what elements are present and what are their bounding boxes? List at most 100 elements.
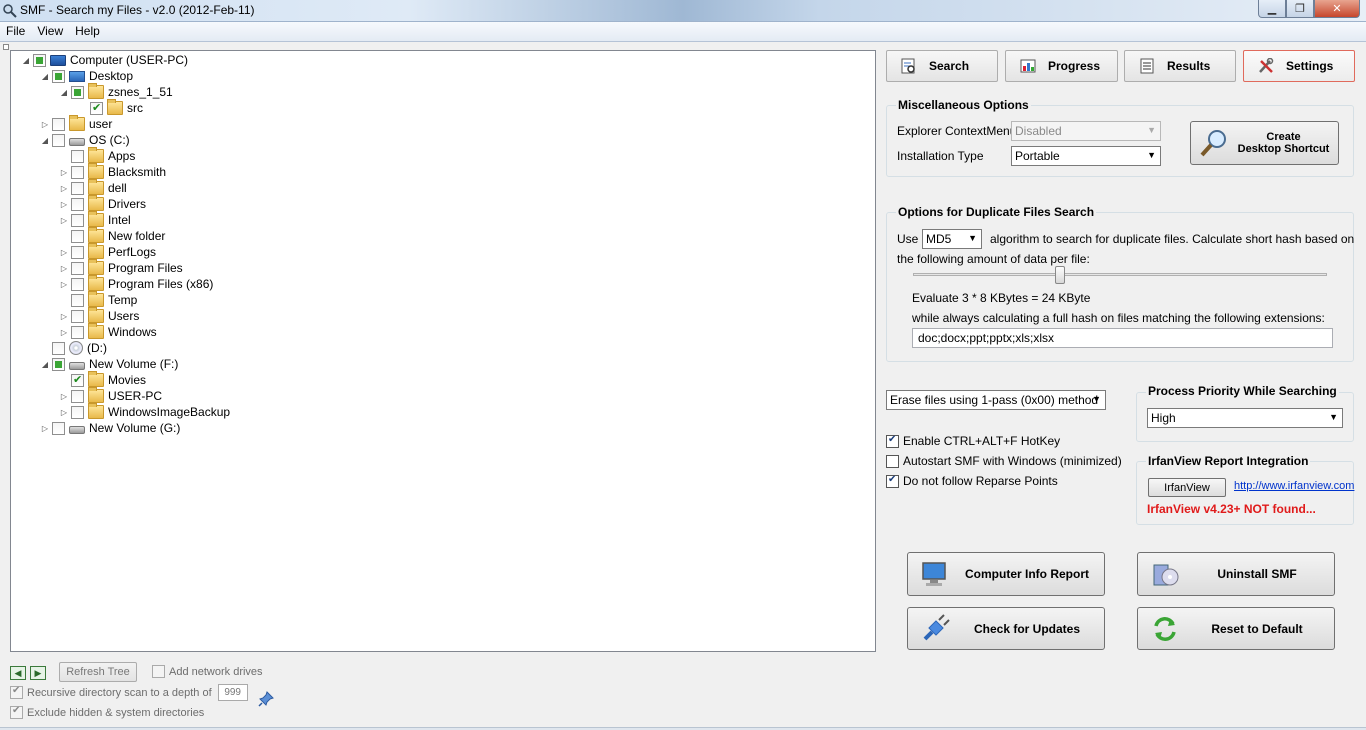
add-network-drives-checkbox[interactable]: [152, 665, 165, 678]
reparse-option[interactable]: Do not follow Reparse Points: [886, 474, 1058, 488]
process-priority-select[interactable]: High ▼: [1147, 408, 1343, 428]
tree-item-checkbox[interactable]: [71, 149, 84, 163]
menu-view[interactable]: View: [31, 22, 69, 41]
tree-item-checkbox[interactable]: [71, 309, 84, 323]
uninstall-button[interactable]: Uninstall SMF: [1137, 552, 1335, 596]
maximize-button[interactable]: ❐: [1286, 0, 1314, 18]
check-updates-button[interactable]: Check for Updates: [907, 607, 1105, 650]
tree-item[interactable]: ◢ Desktop: [40, 68, 133, 84]
minimize-button[interactable]: ▁: [1258, 0, 1286, 18]
recursive-scan-checkbox[interactable]: [10, 685, 23, 699]
expand-arrow-icon[interactable]: ▷: [59, 167, 69, 177]
expand-arrow-icon[interactable]: ▷: [59, 247, 69, 257]
irfanview-link[interactable]: http://www.irfanview.com: [1234, 480, 1354, 492]
tree-item[interactable]: ▷ dell: [59, 179, 127, 196]
recursive-scan-option[interactable]: Recursive directory scan to a depth of 9…: [10, 684, 248, 701]
tree-item[interactable]: ▷ PerfLogs: [59, 243, 156, 260]
tree-item-checkbox[interactable]: [71, 165, 84, 179]
tree-item-checkbox[interactable]: [71, 325, 84, 339]
reparse-checkbox[interactable]: [886, 474, 899, 488]
tree-item-checkbox[interactable]: [71, 293, 84, 307]
installation-type-select[interactable]: Portable ▼: [1011, 146, 1161, 166]
tab-settings[interactable]: Settings: [1243, 50, 1355, 82]
add-network-drives-option[interactable]: Add network drives: [152, 665, 263, 678]
tree-item[interactable]: New folder: [59, 227, 165, 244]
tree-item-checkbox[interactable]: [33, 53, 46, 67]
tree-item-checkbox[interactable]: [52, 117, 65, 131]
tree-item[interactable]: ◢ OS (C:): [40, 132, 130, 148]
expand-arrow-icon[interactable]: ▷: [59, 183, 69, 193]
refresh-tree-button[interactable]: Refresh Tree: [59, 662, 137, 682]
tree-item[interactable]: ▷ Intel: [59, 211, 131, 228]
tab-progress[interactable]: Progress: [1005, 50, 1118, 82]
menu-file[interactable]: File: [0, 22, 31, 41]
tree-item-checkbox[interactable]: [52, 357, 65, 371]
collapse-arrow-icon[interactable]: ◢: [40, 359, 50, 369]
expand-tree-icon[interactable]: ▶: [30, 666, 46, 680]
tree-item[interactable]: ▷ user: [40, 115, 112, 132]
exclude-hidden-checkbox[interactable]: [10, 705, 23, 719]
expand-arrow-icon[interactable]: ▷: [59, 407, 69, 417]
close-button[interactable]: ✕: [1314, 0, 1360, 18]
tree-item[interactable]: ▷ Drivers: [59, 195, 146, 212]
tree-item[interactable]: ▷ USER-PC: [59, 387, 162, 404]
tree-item-checkbox[interactable]: [52, 341, 65, 355]
expand-arrow-icon[interactable]: ▷: [40, 423, 50, 433]
tree-item-checkbox[interactable]: [90, 101, 103, 115]
tree-item[interactable]: ◢ New Volume (F:): [40, 356, 178, 372]
tree-item[interactable]: ▷ Program Files: [59, 259, 183, 276]
expand-arrow-icon[interactable]: ▷: [59, 215, 69, 225]
collapse-arrow-icon[interactable]: ◢: [21, 55, 31, 65]
collapse-arrow-icon[interactable]: ◢: [40, 135, 50, 145]
expand-arrow-icon[interactable]: ▷: [59, 199, 69, 209]
tree-item-checkbox[interactable]: [71, 229, 84, 243]
create-shortcut-button[interactable]: Create Desktop Shortcut: [1190, 121, 1339, 165]
folder-tree[interactable]: ◢ Computer (USER-PC) ◢ Desktop ◢ zsnes_1_51sr…: [10, 50, 876, 652]
tree-item-checkbox[interactable]: [71, 213, 84, 227]
autostart-option[interactable]: Autostart SMF with Windows (minimized): [886, 454, 1122, 468]
tree-item-checkbox[interactable]: [71, 389, 84, 403]
tree-item-checkbox[interactable]: [71, 181, 84, 195]
hotkey-checkbox[interactable]: [886, 434, 899, 448]
autostart-checkbox[interactable]: [886, 454, 899, 468]
computer-info-report-button[interactable]: Computer Info Report: [907, 552, 1105, 596]
hash-algorithm-select[interactable]: MD5 ▼: [922, 229, 982, 249]
tree-item-checkbox[interactable]: [71, 405, 84, 419]
tree-item-checkbox[interactable]: [71, 245, 84, 259]
hotkey-option[interactable]: Enable CTRL+ALT+F HotKey: [886, 434, 1060, 448]
tree-item-checkbox[interactable]: [71, 197, 84, 211]
tree-item[interactable]: src: [78, 99, 143, 116]
expand-arrow-icon[interactable]: ▷: [59, 263, 69, 273]
collapse-tree-icon[interactable]: ◀: [10, 666, 26, 680]
pin-icon[interactable]: [257, 690, 275, 708]
tree-item[interactable]: Apps: [59, 147, 135, 164]
extensions-input[interactable]: doc;docx;ppt;pptx;xls;xlsx: [912, 328, 1333, 348]
tree-item[interactable]: ▷ Program Files (x86): [59, 275, 213, 292]
tree-item-checkbox[interactable]: [52, 133, 65, 147]
tree-item[interactable]: Temp: [59, 291, 137, 308]
hash-amount-slider-track[interactable]: [913, 273, 1327, 276]
tab-results[interactable]: Results: [1124, 50, 1236, 82]
tree-item-checkbox[interactable]: [52, 69, 65, 83]
expand-arrow-icon[interactable]: ▷: [59, 327, 69, 337]
tree-item[interactable]: Movies: [59, 371, 146, 388]
expand-arrow-icon[interactable]: ▷: [59, 391, 69, 401]
tab-search[interactable]: Search: [886, 50, 998, 82]
tree-item[interactable]: ◢ Computer (USER-PC): [21, 52, 188, 68]
tree-item[interactable]: ▷ Windows: [59, 323, 157, 340]
hash-amount-slider-thumb[interactable]: [1054, 266, 1065, 284]
tree-item[interactable]: (D:): [40, 340, 107, 356]
context-menu-select[interactable]: Disabled ▼: [1011, 121, 1161, 141]
tree-item[interactable]: ▷ Blacksmith: [59, 163, 166, 180]
collapse-arrow-icon[interactable]: ◢: [59, 87, 69, 97]
tree-item[interactable]: ◢ zsnes_1_51: [59, 83, 173, 100]
tree-item[interactable]: ▷ Users: [59, 307, 139, 324]
irfanview-button[interactable]: IrfanView: [1148, 478, 1226, 497]
expand-arrow-icon[interactable]: ▷: [40, 119, 50, 129]
exclude-hidden-option[interactable]: Exclude hidden & system directories: [10, 705, 204, 719]
tree-item[interactable]: ▷ WindowsImageBackup: [59, 403, 230, 420]
tree-item-checkbox[interactable]: [71, 261, 84, 275]
erase-method-select[interactable]: Erase files using 1-pass (0x00) method ▼: [886, 390, 1106, 410]
tree-item-checkbox[interactable]: [71, 277, 84, 291]
depth-input[interactable]: 999: [217, 684, 248, 701]
